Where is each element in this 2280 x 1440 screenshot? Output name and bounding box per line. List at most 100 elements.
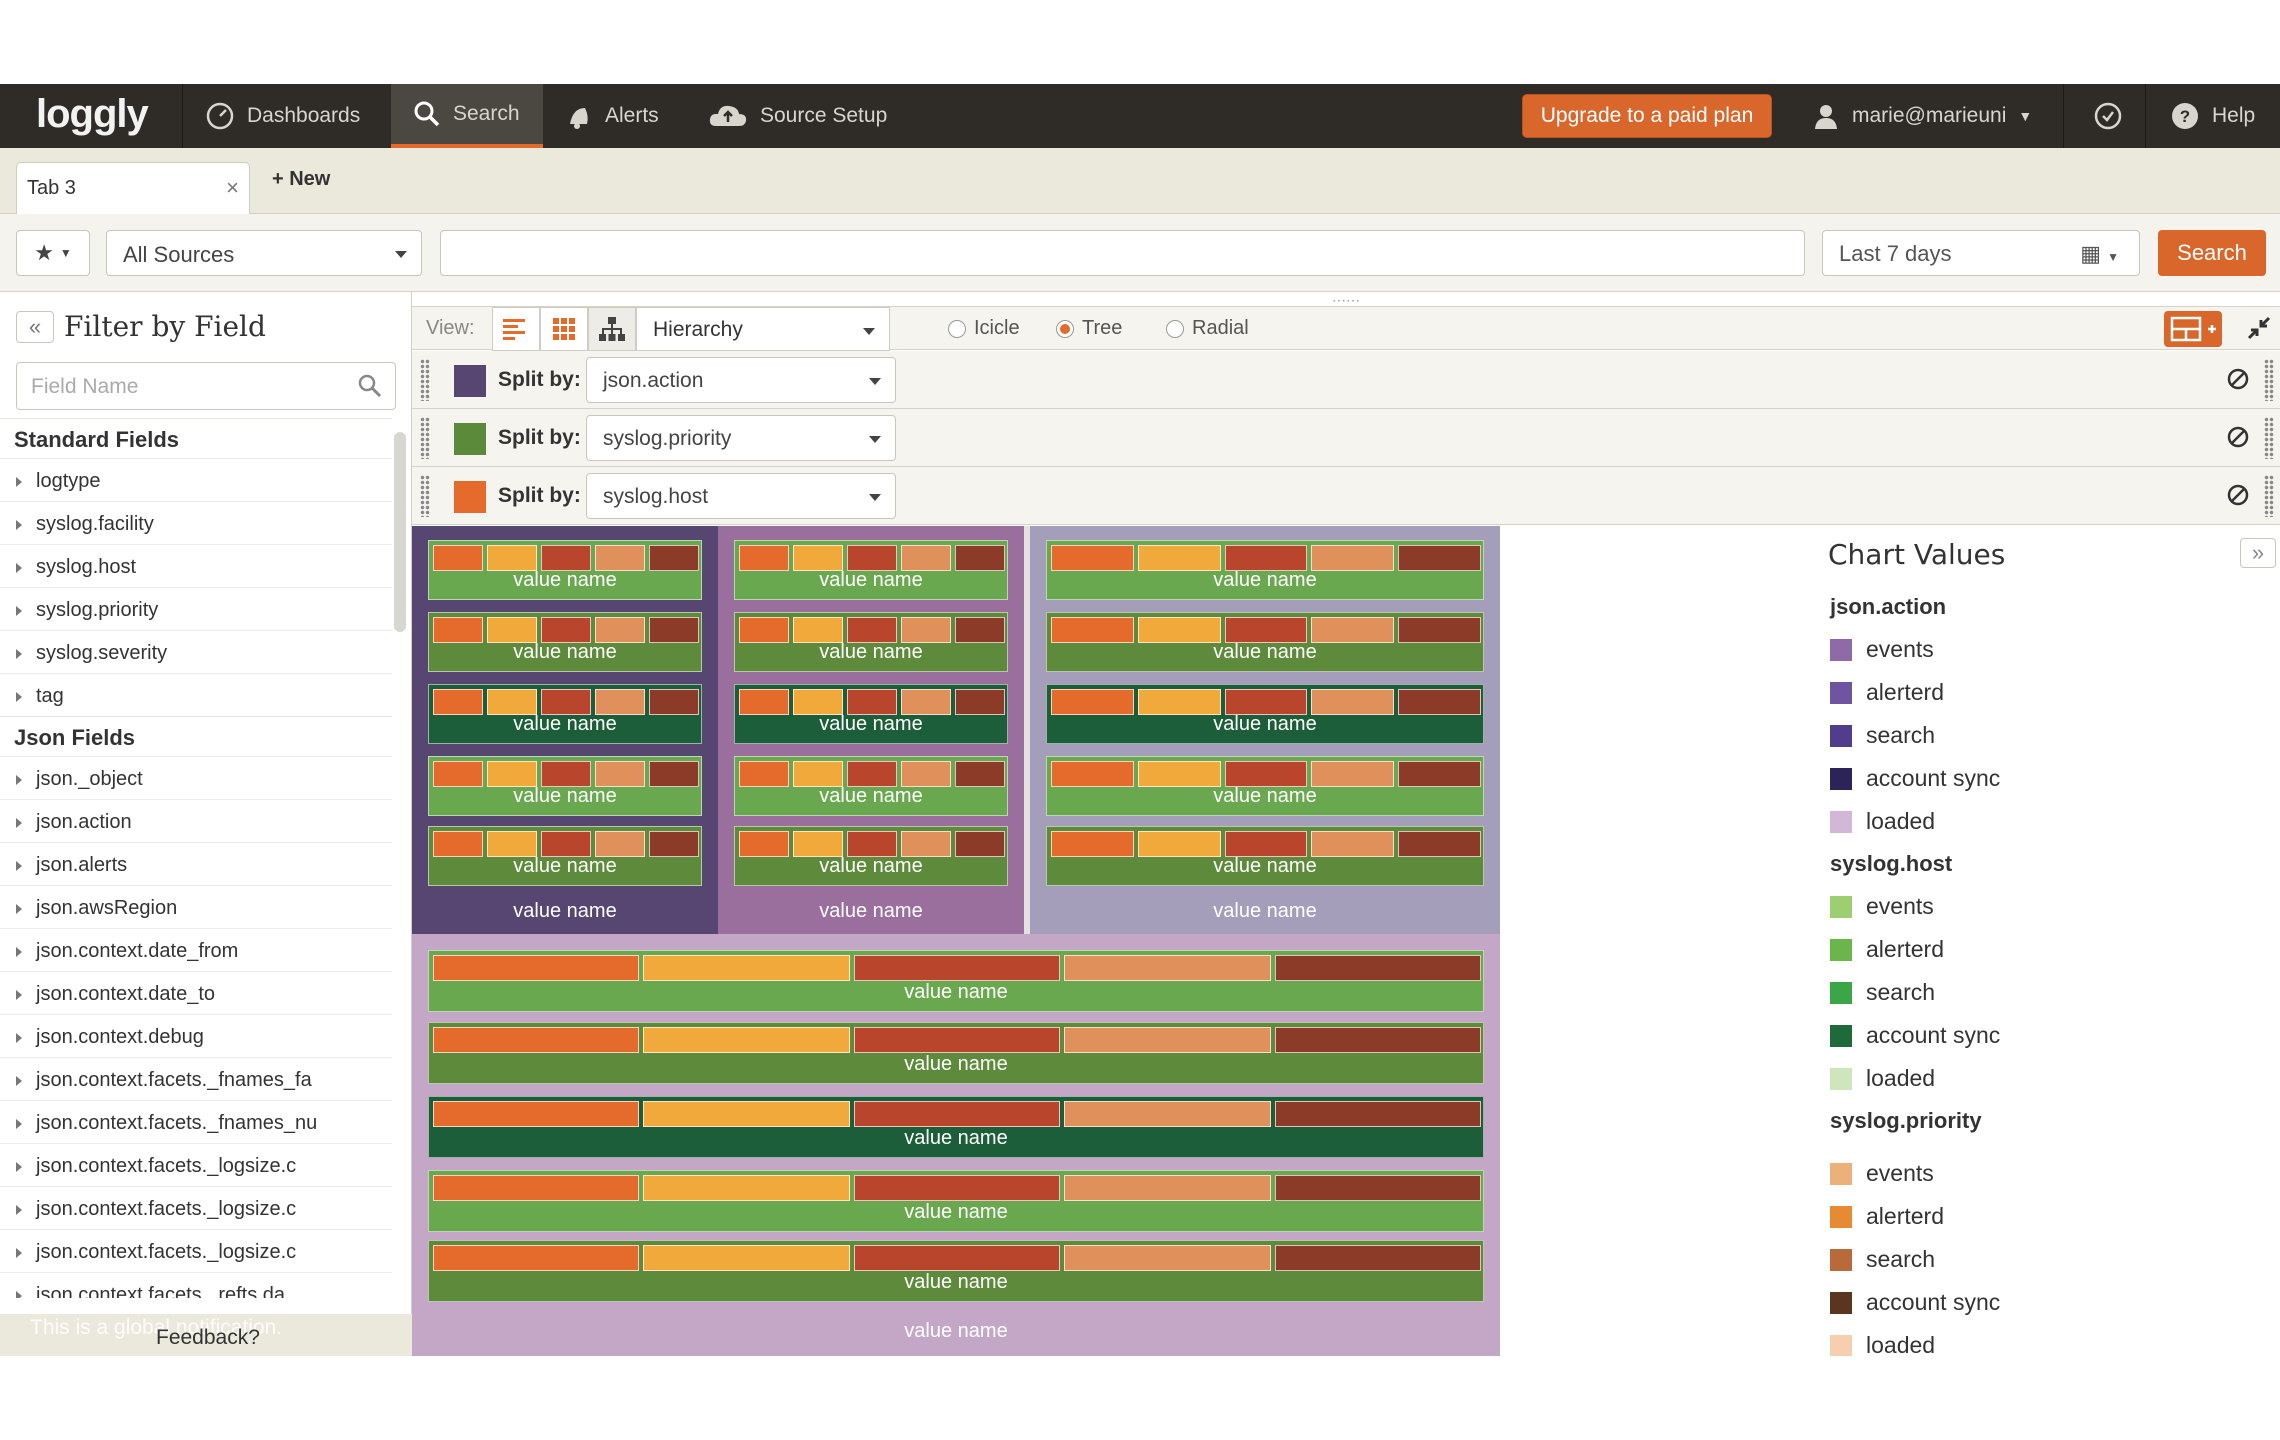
field-item[interactable]: logtype	[0, 458, 392, 501]
tree-node[interactable]: value name	[734, 756, 1008, 816]
tree-leaf[interactable]	[487, 617, 537, 643]
field-item[interactable]: json.context.facets._fnames_fa	[0, 1057, 392, 1100]
chart-value-item[interactable]: events	[1830, 636, 1934, 663]
search-button[interactable]: Search	[2158, 230, 2266, 276]
tree-leaf[interactable]	[955, 689, 1005, 715]
tree-group[interactable]: value name value name value name value name…	[1030, 526, 1500, 934]
icicle-radio[interactable]: Icicle	[948, 317, 1020, 340]
tree-leaf[interactable]	[595, 545, 645, 571]
tree-leaf[interactable]	[847, 545, 897, 571]
tree-group[interactable]: value name value name value name value name…	[412, 526, 718, 934]
tree-leaf[interactable]	[847, 831, 897, 857]
tree-leaf[interactable]	[739, 617, 789, 643]
tree-node[interactable]: value name	[1046, 826, 1484, 886]
tree-leaf[interactable]	[955, 761, 1005, 787]
tree-leaf[interactable]	[1398, 689, 1481, 715]
field-item[interactable]: tag	[0, 673, 392, 716]
tree-leaf[interactable]	[1274, 1245, 1481, 1271]
tree-group[interactable]: value name value name value name value name…	[412, 934, 1500, 1356]
tree-node[interactable]: value name	[1046, 684, 1484, 744]
tree-leaf[interactable]	[739, 545, 789, 571]
field-name-input[interactable]: Field Name	[16, 362, 396, 410]
tree-leaf[interactable]	[433, 545, 483, 571]
tree-leaf[interactable]	[1224, 689, 1308, 715]
tree-radio[interactable]: Tree	[1056, 317, 1122, 340]
split-field-select[interactable]: json.action	[586, 357, 896, 403]
compress-icon[interactable]	[2246, 315, 2272, 341]
field-item[interactable]: json._object	[0, 756, 392, 799]
split-color-swatch[interactable]	[454, 423, 486, 455]
tree-leaf[interactable]	[649, 617, 699, 643]
tree-leaf[interactable]	[487, 761, 537, 787]
tree-group[interactable]: value name value name value name value name…	[718, 526, 1024, 934]
tree-leaf[interactable]	[1311, 617, 1395, 643]
tree-leaf[interactable]	[595, 761, 645, 787]
layout-add-button[interactable]	[2164, 311, 2222, 347]
feedback-link[interactable]: Feedback?	[156, 1326, 260, 1350]
tree-leaf[interactable]	[487, 689, 537, 715]
tree-leaf[interactable]	[739, 689, 789, 715]
close-icon[interactable]: ×	[226, 175, 239, 201]
tree-leaf[interactable]	[595, 617, 645, 643]
tab-3[interactable]: Tab 3 ×	[16, 162, 250, 216]
tree-leaf[interactable]	[901, 831, 951, 857]
split-color-swatch[interactable]	[454, 481, 486, 513]
field-item[interactable]: json.context.debug	[0, 1014, 392, 1057]
view-mode-select[interactable]: Hierarchy	[636, 307, 890, 351]
tree-node[interactable]: value name	[428, 684, 702, 744]
tree-leaf[interactable]	[739, 831, 789, 857]
tree-leaf[interactable]	[1311, 761, 1395, 787]
tree-leaf[interactable]	[649, 831, 699, 857]
chart-value-item[interactable]: alerterd	[1830, 679, 1944, 706]
activity-button[interactable]	[2070, 84, 2146, 148]
sidebar-scrollbar[interactable]	[394, 432, 406, 632]
tree-node[interactable]: value name	[428, 1022, 1484, 1084]
tree-leaf[interactable]	[1051, 617, 1134, 643]
drag-handle-icon[interactable]	[2264, 359, 2274, 401]
tree-leaf[interactable]	[1398, 545, 1481, 571]
tree-leaf[interactable]	[433, 1101, 640, 1127]
chart-value-item[interactable]: alerterd	[1830, 1203, 1944, 1230]
new-tab-button[interactable]: + New	[272, 168, 330, 191]
tree-leaf[interactable]	[1137, 545, 1221, 571]
tree-leaf[interactable]	[1311, 831, 1395, 857]
field-item[interactable]: json.awsRegion	[0, 885, 392, 928]
tree-leaf[interactable]	[847, 617, 897, 643]
tree-leaf[interactable]	[901, 545, 951, 571]
nav-search[interactable]: Search	[391, 84, 543, 148]
tree-leaf[interactable]	[1064, 1101, 1271, 1127]
tree-leaf[interactable]	[1064, 1175, 1271, 1201]
tree-leaf[interactable]	[433, 689, 483, 715]
tree-leaf[interactable]	[1137, 689, 1221, 715]
chart-value-item[interactable]: loaded	[1830, 808, 1935, 835]
tree-leaf[interactable]	[541, 545, 591, 571]
tree-leaf[interactable]	[649, 761, 699, 787]
loggly-logo[interactable]: loggly	[36, 92, 149, 137]
tree-leaf[interactable]	[793, 761, 843, 787]
list-view-button[interactable]	[492, 307, 540, 351]
tree-leaf[interactable]	[643, 1245, 850, 1271]
drag-handle-icon[interactable]	[420, 475, 430, 517]
grid-view-button[interactable]	[540, 307, 588, 351]
tree-leaf[interactable]	[847, 761, 897, 787]
split-field-select[interactable]: syslog.priority	[586, 415, 896, 461]
tree-leaf[interactable]	[1051, 761, 1134, 787]
chart-value-item[interactable]: loaded	[1830, 1332, 1935, 1356]
tree-leaf[interactable]	[643, 955, 850, 981]
drag-handle-icon[interactable]	[420, 359, 430, 401]
field-item[interactable]: syslog.priority	[0, 587, 392, 630]
tree-node[interactable]: value name	[734, 540, 1008, 600]
tree-node[interactable]: value name	[428, 1240, 1484, 1302]
tree-node[interactable]: value name	[428, 756, 702, 816]
tree-node[interactable]: value name	[1046, 540, 1484, 600]
tree-leaf[interactable]	[1398, 617, 1481, 643]
tree-leaf[interactable]	[649, 689, 699, 715]
tree-leaf[interactable]	[1137, 761, 1221, 787]
tree-leaf[interactable]	[433, 617, 483, 643]
tree-leaf[interactable]	[487, 831, 537, 857]
field-item[interactable]: json.context.facets._logsize.c	[0, 1143, 392, 1186]
tree-leaf[interactable]	[1064, 1027, 1271, 1053]
field-item[interactable]: json.alerts	[0, 842, 392, 885]
chart-value-item[interactable]: search	[1830, 1246, 1935, 1273]
user-menu[interactable]: marie@marieuni ▼	[1812, 84, 2032, 148]
